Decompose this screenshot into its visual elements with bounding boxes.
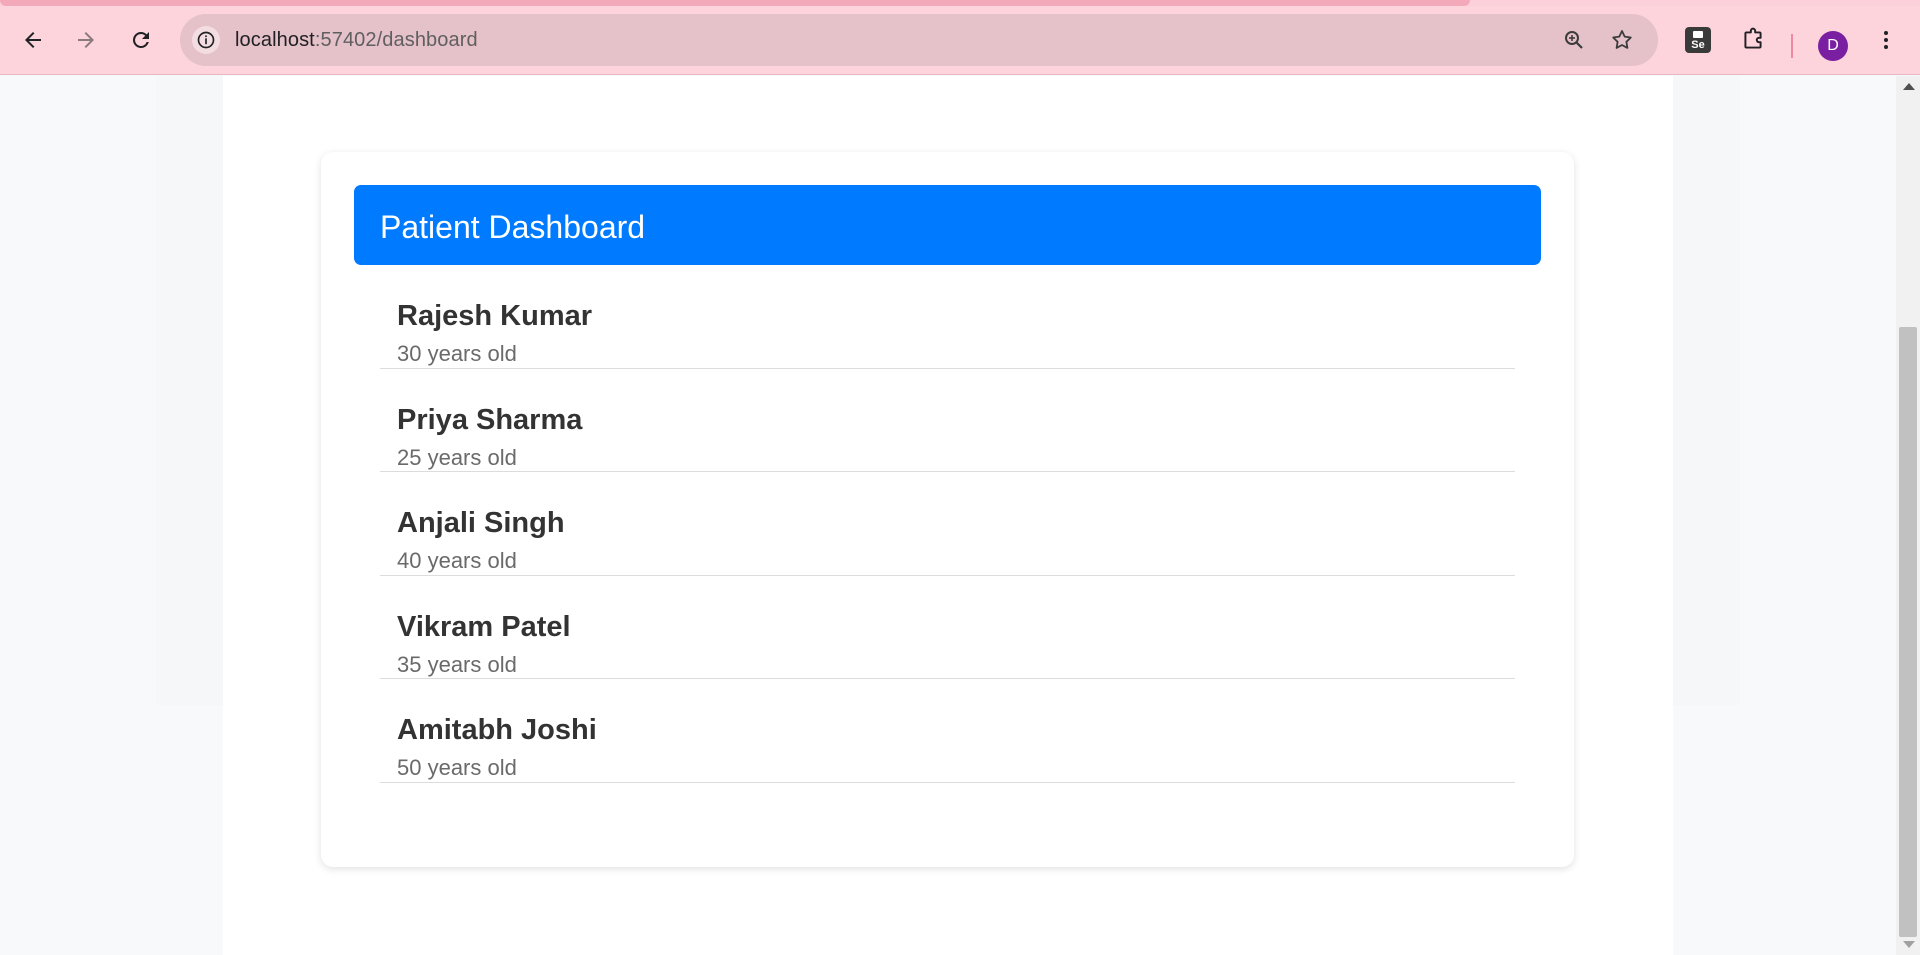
scroll-up-arrow-icon[interactable] (1903, 83, 1915, 90)
list-item[interactable]: Vikram Patel 35 years old (380, 576, 1515, 679)
list-item[interactable]: Priya Sharma 25 years old (380, 369, 1515, 472)
reload-button[interactable] (121, 20, 161, 60)
star-icon[interactable] (1608, 26, 1636, 54)
patient-name: Vikram Patel (397, 610, 571, 643)
patient-age: 35 years old (397, 651, 517, 677)
patient-age: 25 years old (397, 444, 517, 470)
scrollbar-thumb[interactable] (1899, 327, 1917, 937)
list-item[interactable]: Rajesh Kumar 30 years old (380, 265, 1515, 369)
patient-name: Amitabh Joshi (397, 714, 597, 746)
dashboard-card: Patient Dashboard Rajesh Kumar 30 years … (321, 152, 1574, 867)
puzzle-icon[interactable] (1738, 25, 1768, 55)
page-title: Patient Dashboard (380, 209, 646, 245)
list-item[interactable]: Anjali Singh 40 years old (380, 472, 1515, 576)
patient-list: Rajesh Kumar 30 years old Priya Sharma 2… (380, 265, 1515, 783)
list-item[interactable]: Amitabh Joshi 50 years old (380, 679, 1515, 783)
url-text[interactable]: localhost:57402/dashboard (235, 29, 478, 52)
forward-arrow-icon (78, 32, 94, 48)
toolbar-divider (1791, 34, 1793, 58)
url-path: :57402/dashboard (314, 29, 478, 51)
patient-age: 40 years old (397, 548, 517, 573)
zoom-icon[interactable] (1560, 26, 1588, 54)
avatar[interactable]: D (1818, 31, 1848, 61)
patient-name: Priya Sharma (397, 403, 583, 436)
patient-name: Rajesh Kumar (397, 300, 593, 332)
dashboard-header: Patient Dashboard (354, 185, 1541, 265)
forward-button[interactable] (66, 20, 106, 60)
reload-icon (133, 32, 149, 48)
page-container: Patient Dashboard Rajesh Kumar 30 years … (223, 76, 1673, 955)
patient-age: 30 years old (397, 341, 517, 366)
patient-age: 50 years old (397, 755, 517, 780)
page-viewport: Patient Dashboard Rajesh Kumar 30 years … (0, 76, 1896, 955)
info-icon[interactable] (192, 26, 220, 54)
url-host: localhost (235, 29, 315, 51)
scroll-down-arrow-icon[interactable] (1903, 941, 1915, 948)
browser-toolbar: localhost:57402/dashboard Se D (0, 6, 1920, 75)
vertical-scrollbar[interactable] (1896, 76, 1920, 955)
patient-name: Anjali Singh (397, 507, 565, 539)
selenium-icon[interactable]: Se (1683, 25, 1713, 55)
back-arrow-icon (25, 32, 41, 48)
address-bar[interactable]: localhost:57402/dashboard (180, 14, 1658, 66)
kebab-menu-icon[interactable] (1871, 25, 1901, 55)
back-button[interactable] (13, 20, 53, 60)
